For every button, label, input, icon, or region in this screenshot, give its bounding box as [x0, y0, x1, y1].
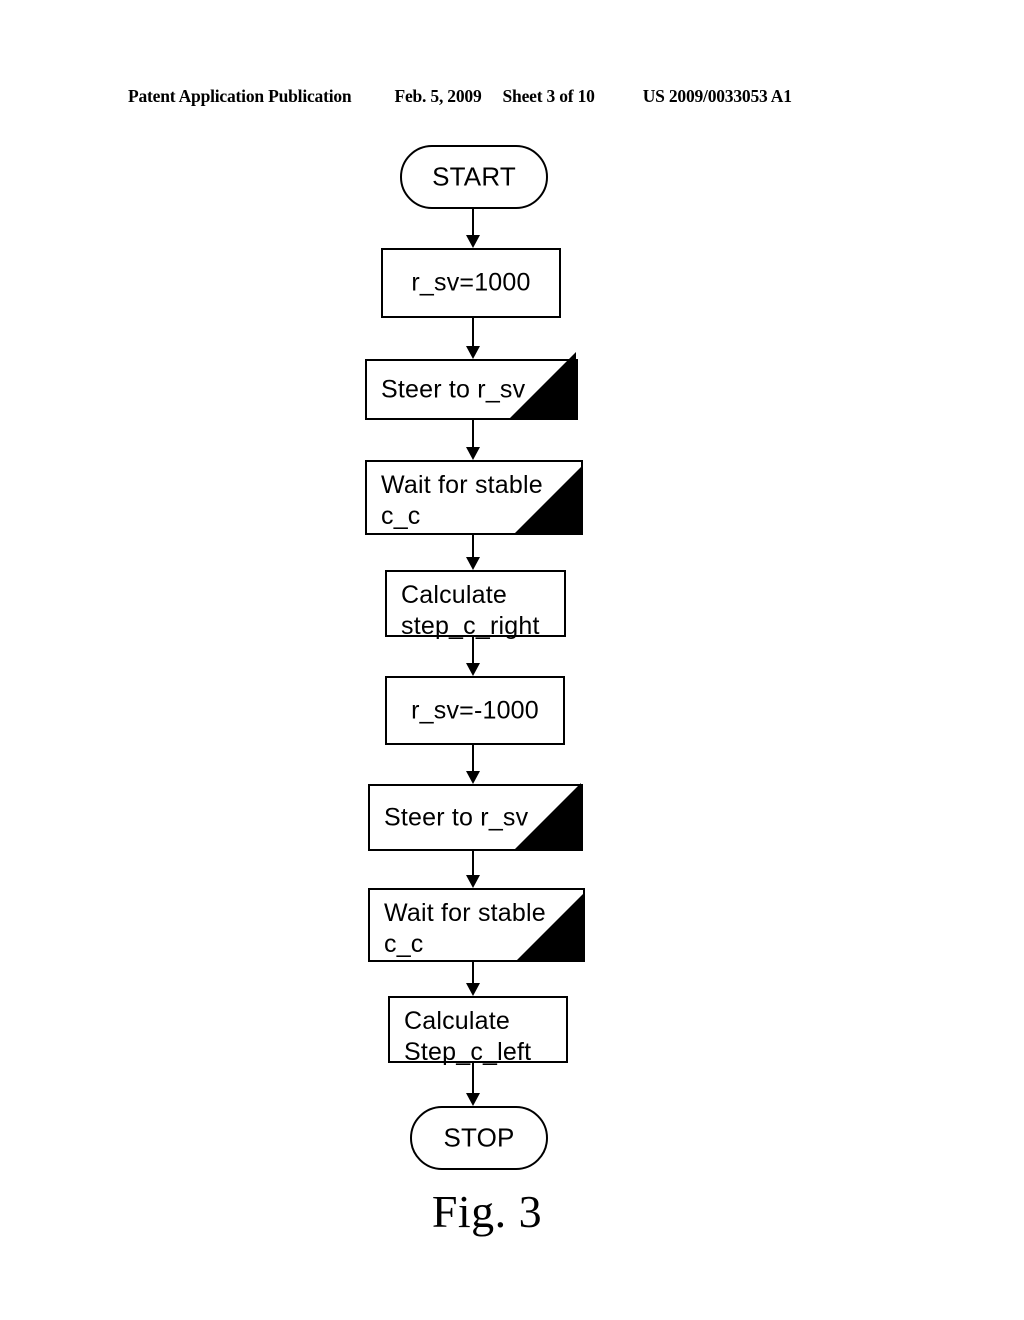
flow-edge-calc-right-to-rsv-neg — [466, 637, 480, 676]
edge-stem — [472, 535, 474, 557]
flow-node-calculate-step-c-right-label: Calculate step_c_right — [401, 581, 540, 640]
flow-node-calculate-step-c-right: Calculate step_c_right — [385, 570, 566, 640]
flow-node-rsv-negative: r_sv=-1000 — [385, 676, 565, 745]
flow-node-wait-stable-2: Wait for stable c_c — [368, 888, 585, 962]
flow-node-wait-stable-1-label: Wait for stable c_c — [381, 471, 543, 530]
flow-node-start: START — [400, 145, 548, 209]
flow-edge-steer-1-to-wait-1 — [466, 420, 480, 460]
flow-edge-rsv-neg-to-steer-2 — [466, 745, 480, 784]
flowchart-diagram: START r_sv=1000 Steer to r_sv Wait for s… — [0, 0, 1024, 1320]
flow-node-steer-2-label: Steer to r_sv — [384, 803, 529, 831]
flow-node-rsv-positive: r_sv=1000 — [381, 248, 561, 318]
arrowhead-icon — [466, 447, 480, 460]
figure-caption: Fig. 3 — [0, 1185, 1024, 1238]
flow-node-stop-label: STOP — [443, 1122, 515, 1153]
flow-node-start-label: START — [432, 161, 516, 192]
flow-node-steer-1: Steer to r_sv — [365, 352, 578, 420]
flow-node-steer-1-label: Steer to r_sv — [381, 375, 526, 403]
arrowhead-icon — [466, 557, 480, 570]
arrowhead-icon — [466, 983, 480, 996]
flow-node-calculate-step-c-left-label: Calculate Step_c_left — [404, 1007, 532, 1066]
flow-edge-rsv-pos-to-steer-1 — [466, 318, 480, 359]
flow-node-stop: STOP — [410, 1106, 548, 1170]
arrowhead-icon — [466, 346, 480, 359]
flow-node-wait-stable-2-label: Wait for stable c_c — [384, 899, 546, 958]
arrowhead-icon — [466, 771, 480, 784]
flow-edge-wait-2-to-calc-left — [466, 962, 480, 996]
edge-stem — [472, 209, 474, 235]
flow-node-wait-stable-1: Wait for stable c_c — [365, 460, 583, 535]
flow-node-steer-2: Steer to r_sv — [368, 783, 583, 851]
edge-stem — [472, 420, 474, 447]
flow-edge-wait-1-to-calc-right — [466, 535, 480, 570]
arrowhead-icon — [466, 875, 480, 888]
flow-edge-start-to-rsv-pos — [466, 209, 480, 248]
flow-edge-steer-2-to-wait-2 — [466, 851, 480, 888]
flow-edge-calc-left-to-stop — [466, 1063, 480, 1106]
arrowhead-icon — [466, 1093, 480, 1106]
edge-stem — [472, 851, 474, 875]
figure-caption-label: Fig. 3 — [431, 1186, 543, 1237]
arrowhead-icon — [466, 235, 480, 248]
flow-node-rsv-positive-label: r_sv=1000 — [411, 268, 531, 297]
edge-stem — [472, 962, 474, 983]
arrowhead-icon — [466, 663, 480, 676]
flow-node-calculate-step-c-left: Calculate Step_c_left — [388, 996, 568, 1066]
edge-stem — [472, 745, 474, 771]
flow-node-rsv-negative-label: r_sv=-1000 — [411, 696, 539, 724]
edge-stem — [472, 318, 474, 346]
